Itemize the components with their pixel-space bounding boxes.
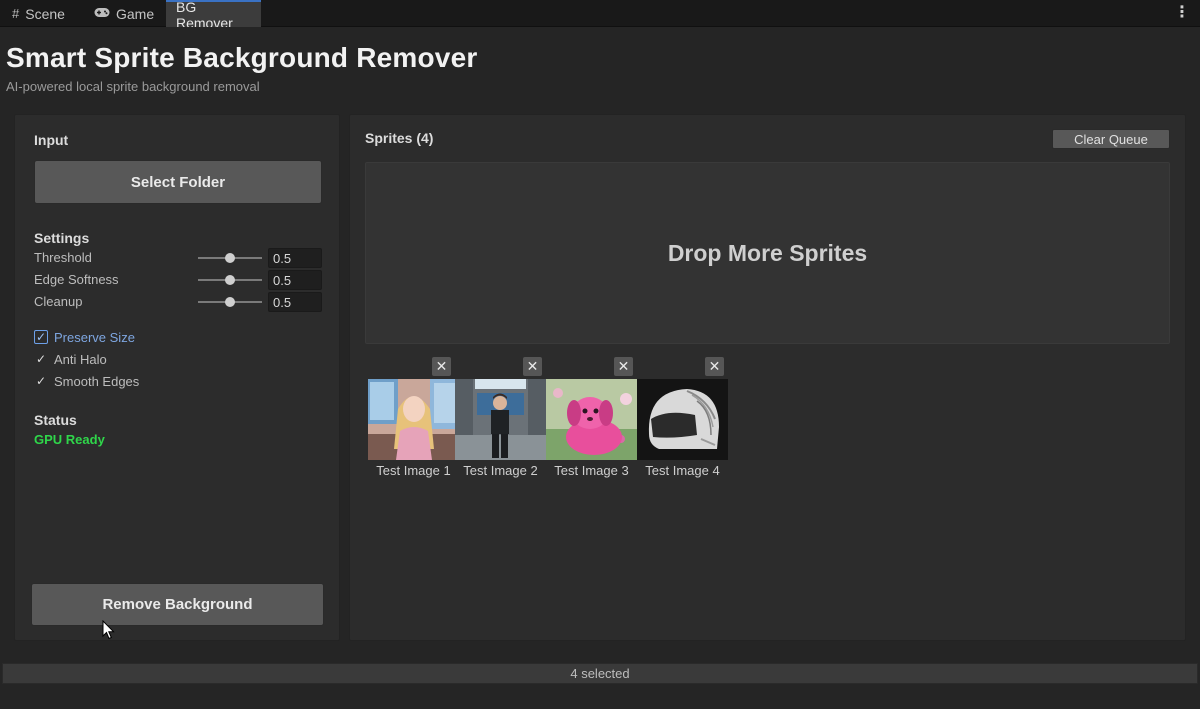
remove-background-button[interactable]: Remove Background bbox=[31, 583, 324, 626]
cleanup-field[interactable]: 0.5 bbox=[268, 292, 322, 312]
remove-sprite-button[interactable]: ✕ bbox=[614, 357, 633, 376]
preserve-size-checkbox[interactable]: ✓ Preserve Size bbox=[34, 328, 135, 346]
more-options-icon[interactable]: ⋮ bbox=[1174, 4, 1190, 22]
cleanup-row: Cleanup 0.5 bbox=[34, 292, 324, 312]
sprite-item-1[interactable]: ✕ Test Image 1 bbox=[368, 357, 460, 497]
tab-game-label: Game bbox=[116, 5, 155, 22]
sprite-item-3[interactable]: ✕ Test Image 3 bbox=[546, 357, 638, 497]
clear-queue-button[interactable]: Clear Queue bbox=[1052, 129, 1170, 149]
remove-sprite-button[interactable]: ✕ bbox=[432, 357, 451, 376]
sprite-thumbnail[interactable] bbox=[637, 379, 728, 460]
tab-scene[interactable]: # Scene bbox=[2, 0, 75, 27]
editor-tab-bar: # Scene Game BG Remover ⋮ bbox=[0, 0, 1200, 31]
remove-sprite-button[interactable]: ✕ bbox=[705, 357, 724, 376]
sprites-panel: Sprites (4) Clear Queue Drop More Sprite… bbox=[349, 114, 1186, 641]
close-icon: ✕ bbox=[435, 358, 448, 374]
sprite-name: Test Image 2 bbox=[463, 463, 538, 478]
threshold-slider[interactable] bbox=[198, 253, 262, 263]
anti-halo-checkbox[interactable]: ✓ Anti Halo bbox=[34, 350, 107, 368]
sprites-header: Sprites (4) bbox=[365, 130, 434, 146]
smooth-edges-label: Smooth Edges bbox=[54, 373, 140, 389]
tab-bg-remover-label: BG Remover bbox=[176, 0, 233, 31]
status-section-label: Status bbox=[34, 412, 77, 428]
threshold-field[interactable]: 0.5 bbox=[268, 248, 322, 268]
edge-softness-row: Edge Softness 0.5 bbox=[34, 270, 324, 290]
edge-softness-slider-thumb[interactable] bbox=[225, 275, 235, 285]
cleanup-label: Cleanup bbox=[34, 294, 83, 309]
check-icon: ✓ bbox=[35, 374, 47, 388]
page-subtitle: AI-powered local sprite background remov… bbox=[6, 79, 260, 94]
tab-bg-remover[interactable]: BG Remover bbox=[166, 0, 261, 31]
check-icon: ✓ bbox=[35, 352, 47, 366]
close-icon: ✕ bbox=[526, 358, 539, 374]
sprite-thumbnail[interactable] bbox=[455, 379, 546, 460]
close-icon: ✕ bbox=[617, 358, 630, 374]
sprite-name: Test Image 1 bbox=[376, 463, 451, 478]
sprite-thumbnail[interactable] bbox=[546, 379, 637, 460]
sprite-item-2[interactable]: ✕ Test Image 2 bbox=[455, 357, 547, 497]
selection-status-bar: 4 selected bbox=[2, 663, 1198, 684]
edge-softness-label: Edge Softness bbox=[34, 272, 119, 287]
smooth-edges-checkbox[interactable]: ✓ Smooth Edges bbox=[34, 372, 139, 390]
grid-icon: # bbox=[12, 6, 20, 21]
close-icon: ✕ bbox=[708, 358, 721, 374]
check-icon: ✓ bbox=[34, 330, 48, 344]
sprite-thumbnail[interactable] bbox=[368, 379, 459, 460]
status-badge: GPU Ready bbox=[34, 432, 105, 447]
bg-remover-window: Smart Sprite Background Remover AI-power… bbox=[0, 27, 1200, 709]
threshold-label: Threshold bbox=[34, 250, 92, 265]
input-section-label: Input bbox=[34, 132, 69, 148]
mouse-cursor-icon bbox=[102, 619, 115, 645]
cleanup-slider-thumb[interactable] bbox=[225, 297, 235, 307]
preserve-size-label: Preserve Size bbox=[54, 329, 135, 345]
threshold-row: Threshold 0.5 bbox=[34, 248, 324, 268]
remove-sprite-button[interactable]: ✕ bbox=[523, 357, 542, 376]
settings-section-label: Settings bbox=[34, 230, 90, 246]
select-folder-button[interactable]: Select Folder bbox=[34, 160, 322, 204]
page-title: Smart Sprite Background Remover bbox=[6, 42, 478, 73]
sprite-name: Test Image 4 bbox=[645, 463, 720, 478]
sprite-drop-zone[interactable]: Drop More Sprites bbox=[365, 162, 1170, 344]
anti-halo-label: Anti Halo bbox=[54, 351, 107, 367]
cleanup-slider[interactable] bbox=[198, 297, 262, 307]
gamepad-icon bbox=[94, 6, 110, 21]
sprite-name: Test Image 3 bbox=[554, 463, 629, 478]
tab-scene-label: Scene bbox=[25, 5, 65, 22]
edge-softness-field[interactable]: 0.5 bbox=[268, 270, 322, 290]
tab-game[interactable]: Game bbox=[84, 0, 164, 27]
edge-softness-slider[interactable] bbox=[198, 275, 262, 285]
sprite-item-4[interactable]: ✕ Test Image 4 bbox=[637, 357, 729, 497]
threshold-slider-thumb[interactable] bbox=[225, 253, 235, 263]
settings-panel: Input Select Folder Settings Threshold 0… bbox=[14, 114, 340, 641]
